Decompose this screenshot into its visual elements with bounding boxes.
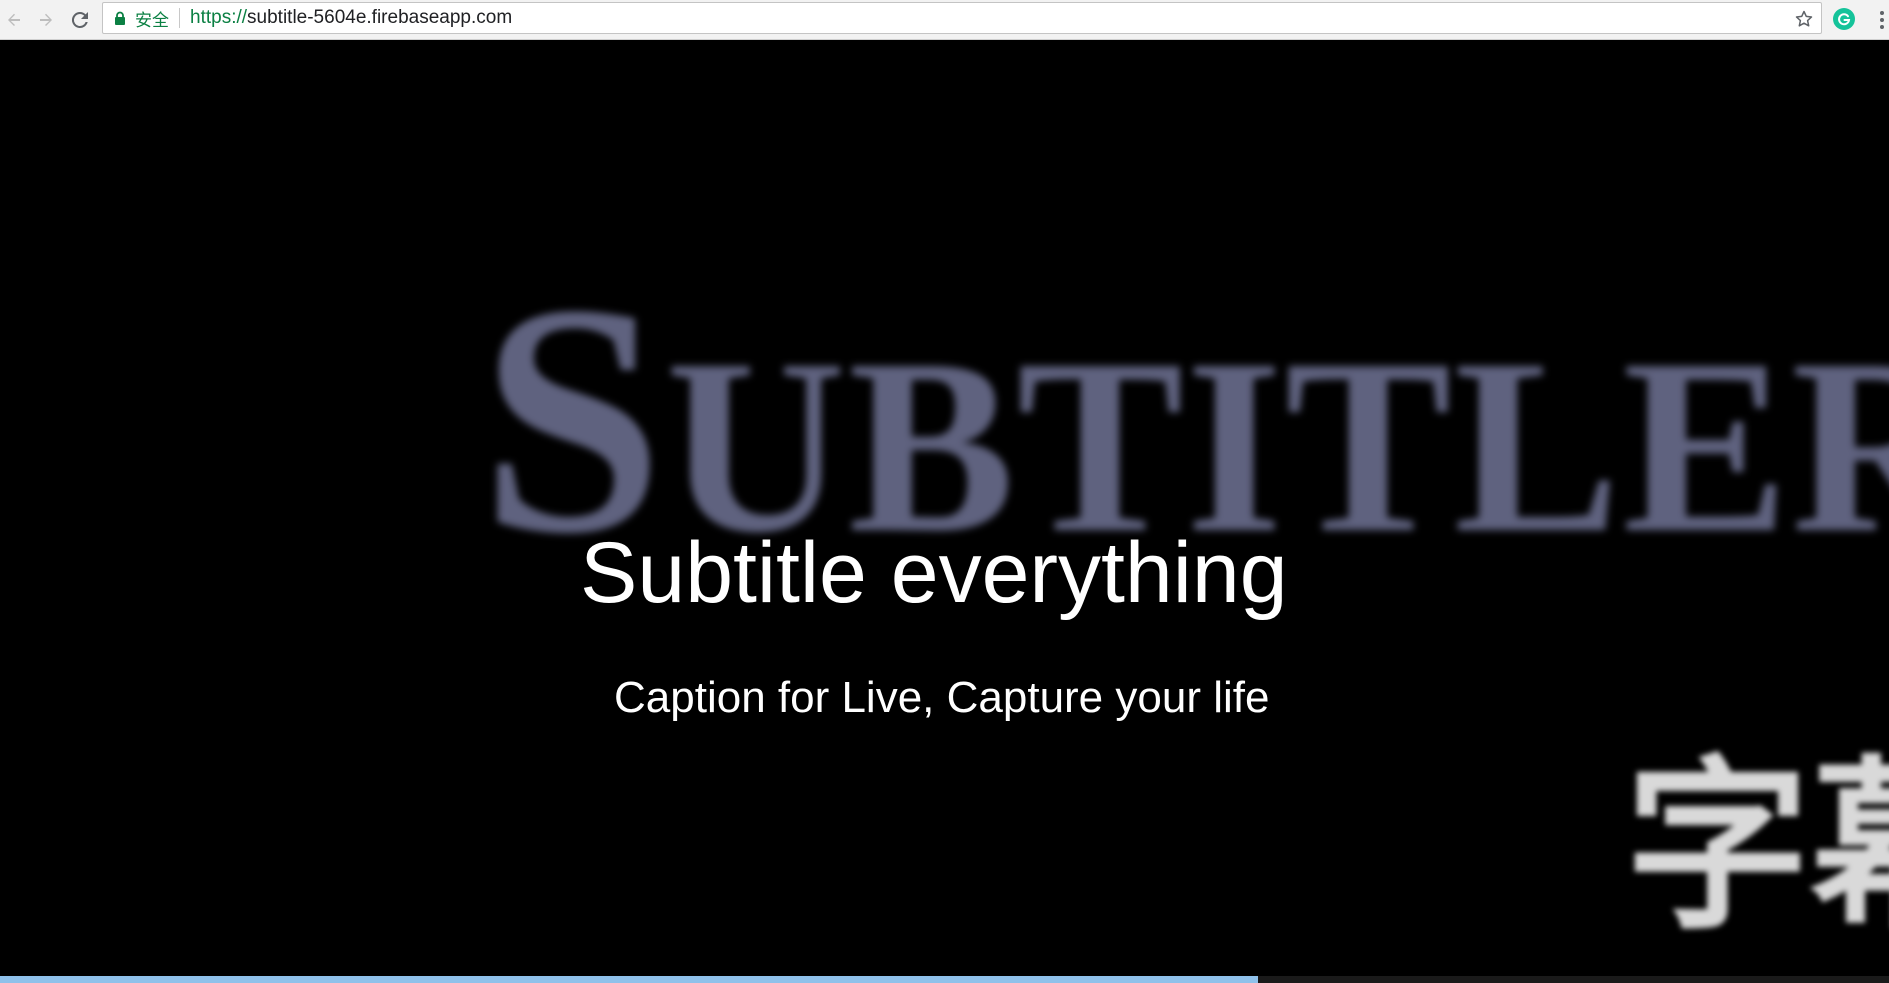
browser-toolbar: 安全 https://subtitle-5604e.firebaseapp.co… bbox=[0, 0, 1889, 40]
url-scheme: https:// bbox=[190, 7, 248, 28]
address-bar[interactable]: 安全 https://subtitle-5604e.firebaseapp.co… bbox=[102, 2, 1822, 34]
secure-label: 安全 bbox=[135, 10, 169, 31]
forward-button[interactable] bbox=[32, 6, 60, 34]
page-tagline: Caption for Live, Capture your life bbox=[614, 673, 1270, 722]
bookmark-star-icon[interactable] bbox=[1793, 8, 1815, 30]
hero-section: SUBTITLER 字幕 Subtitle everything Caption… bbox=[0, 40, 1889, 983]
reload-icon bbox=[71, 11, 88, 28]
url-host: subtitle-5604e.firebaseapp.com bbox=[247, 7, 513, 28]
page-headline: Subtitle everything bbox=[580, 525, 1288, 621]
grammarly-extension-icon[interactable] bbox=[1833, 8, 1855, 30]
browser-menu-icon[interactable] bbox=[1878, 8, 1886, 32]
arrow-left-icon bbox=[8, 13, 20, 26]
omnibox-divider bbox=[179, 8, 180, 28]
url-text[interactable]: https://subtitle-5604e.firebaseapp.com bbox=[190, 7, 512, 29]
video-progress-bar[interactable] bbox=[0, 976, 1889, 983]
reload-button[interactable] bbox=[66, 6, 94, 34]
arrow-right-icon bbox=[40, 13, 52, 26]
hero-cjk-text: 字幕 bbox=[1625, 739, 1889, 955]
video-progress-fill bbox=[0, 976, 1259, 983]
lock-icon bbox=[113, 10, 127, 26]
back-button[interactable] bbox=[0, 6, 28, 34]
